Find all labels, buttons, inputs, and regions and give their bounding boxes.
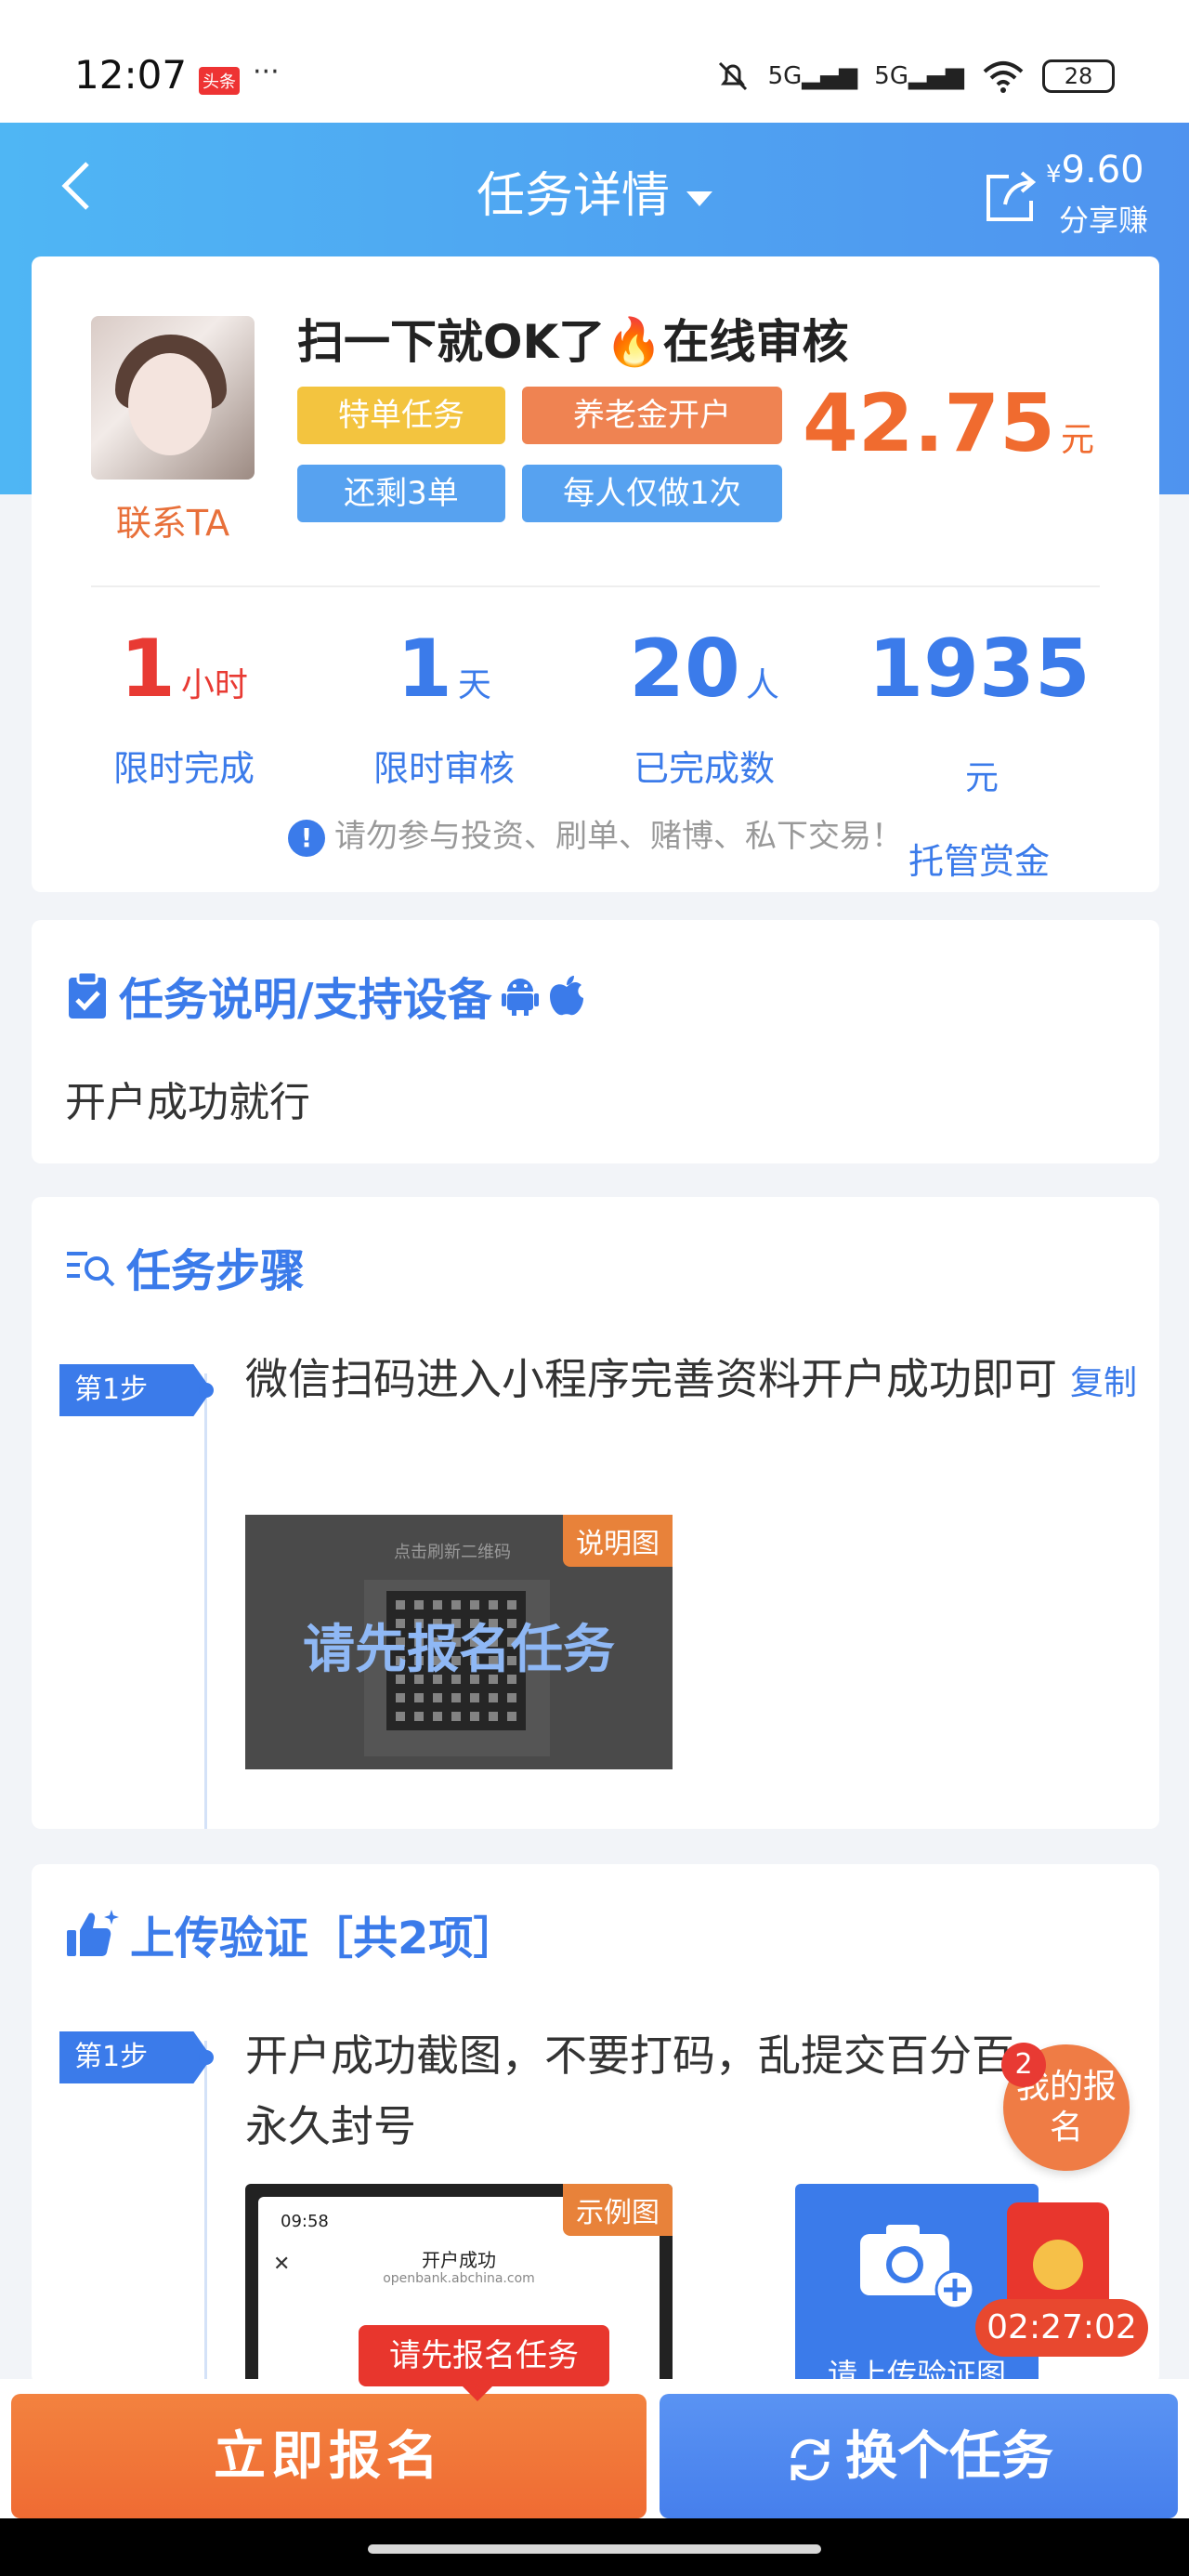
tag-once-per-person: 每人仅做1次: [522, 465, 782, 522]
avatar[interactable]: [91, 316, 255, 480]
warning-notice: ! 请勿参与投资、刷单、赌博、私下交易！: [32, 810, 1159, 857]
wifi-icon: [983, 61, 1024, 93]
task-summary-card: 联系TA 扫一下就OK了🔥在线审核 特单任务 养老金开户 还剩3单 每人仅做1次…: [32, 256, 1159, 892]
description-title: 任务说明/支持设备: [65, 963, 585, 1028]
step-text: 微信扫码进入小程序完善资料开户成功即可 复制: [245, 1354, 1138, 1404]
list-search-icon: [67, 1252, 115, 1287]
upload-image-button[interactable]: 请上传验证图: [795, 2184, 1039, 2398]
switch-task-button[interactable]: 换个任务: [660, 2394, 1178, 2518]
example-time: 09:58: [281, 2212, 329, 2231]
instruction-image-badge: 说明图: [563, 1515, 673, 1567]
refresh-icon: [790, 2438, 830, 2481]
tag-pension: 养老金开户: [522, 387, 782, 444]
signup-now-button[interactable]: 立即报名: [11, 2394, 647, 2518]
steps-title: 任务步骤: [65, 1234, 305, 1299]
camera-add-icon: [860, 2225, 975, 2310]
task-description-card: 任务说明/支持设备 开户成功就行: [32, 920, 1159, 1163]
share-amount: ¥9.60: [1046, 149, 1144, 191]
signup-first-overlay: 请先报名任务: [303, 1620, 615, 1680]
red-packet-timer: 02:27:02: [975, 2299, 1148, 2357]
step-badge: 第1步: [59, 1364, 212, 1416]
qr-caption: 点击刷新二维码: [394, 1543, 511, 1562]
upload-title: 上传验证［共2项］: [65, 1901, 517, 1966]
red-packet-seal: [1033, 2240, 1083, 2290]
battery-icon: 28: [1042, 59, 1115, 93]
stat-review-limit: 1天 限时审核: [372, 623, 515, 789]
task-title: 扫一下就OK了🔥在线审核: [297, 315, 849, 369]
share-label: 分享赚: [1059, 203, 1149, 238]
description-text: 开户成功就行: [65, 1079, 310, 1126]
stat-time-limit: 1 小时 限时完成: [112, 623, 255, 789]
news-app-icon: 头条: [199, 67, 240, 95]
signal-5g-icon: 5G▂▄▆: [767, 62, 858, 90]
signal-5g-icon-2: 5G▂▄▆: [874, 62, 964, 90]
nav-bar: 任务详情 ¥9.60 分享赚: [0, 123, 1189, 253]
divider: [91, 585, 1100, 587]
home-gesture-bar[interactable]: [368, 2544, 821, 2554]
upload-step-badge: 第1步: [59, 2031, 212, 2083]
bottom-action-bar: 立即报名 换个任务: [0, 2379, 1189, 2518]
avatar-face: [128, 353, 212, 455]
clipboard-check-icon: [69, 970, 106, 1019]
example-url: openbank.abchina.com: [383, 2271, 535, 2286]
status-time: 12:07: [74, 52, 188, 98]
apple-icon: [549, 976, 583, 1016]
reward-amount: 42.75 元: [802, 377, 1094, 470]
signup-tooltip: 请先报名任务: [359, 2325, 609, 2401]
task-steps-card: 任务步骤 第1步 微信扫码进入小程序完善资料开户成功即可 复制 点击刷新二维码 说…: [32, 1197, 1159, 1829]
my-signups-button[interactable]: 2 我的报名: [1001, 2043, 1130, 2171]
upload-step-text: 开户成功截图，不要打码，乱提交百分百永久封号: [245, 2031, 1014, 2151]
dropdown-caret-icon: [686, 191, 712, 206]
thumbs-up-icon: [67, 1910, 119, 1956]
android-icon: [501, 979, 539, 1016]
instruction-image[interactable]: 点击刷新二维码 说明图 请先报名任务: [245, 1515, 673, 1769]
step-dot: [199, 1383, 214, 1398]
example-heading: 开户成功: [422, 2249, 496, 2271]
example-image-badge: 示例图: [563, 2184, 673, 2236]
copy-link[interactable]: 复制: [1070, 1364, 1137, 1402]
stat-completed-count: 20 人 已完成数: [629, 623, 779, 789]
contact-link[interactable]: 联系TA: [91, 494, 255, 545]
tag-remaining: 还剩3单: [297, 465, 505, 522]
upload-step-dot: [199, 2050, 214, 2065]
status-bar: 12:07 头条 ··· 5G▂▄▆ 5G▂▄▆ 28: [0, 0, 1189, 123]
more-notifications-icon: ···: [253, 56, 280, 88]
signup-count-badge: 2: [1001, 2043, 1046, 2087]
warning-icon: !: [288, 819, 325, 857]
status-indicators: 5G▂▄▆ 5G▂▄▆ 28: [714, 58, 1115, 95]
upload-timeline: [204, 2041, 207, 2385]
share-earn-button[interactable]: ¥9.60 分享赚: [981, 149, 1157, 238]
share-icon: [986, 171, 1037, 221]
step-timeline: [204, 1373, 207, 1829]
mute-bell-icon: [718, 61, 747, 91]
tag-special: 特单任务: [297, 387, 505, 444]
